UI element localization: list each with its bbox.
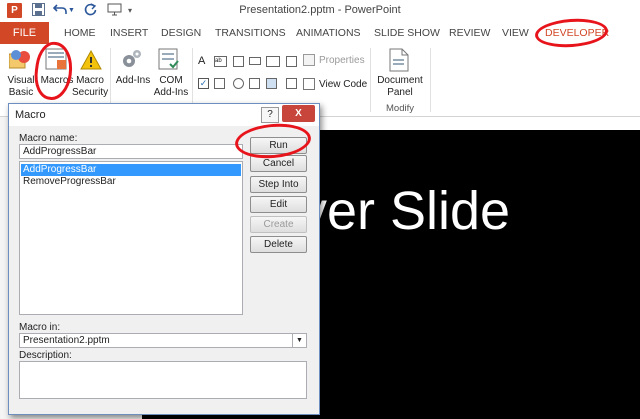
close-button[interactable]: X bbox=[282, 105, 315, 122]
step-into-button[interactable]: Step Into bbox=[250, 176, 307, 193]
com-add-ins-button[interactable]: COM Add-Ins bbox=[152, 75, 190, 99]
tab-insert[interactable]: INSERT bbox=[110, 27, 148, 39]
macro-list[interactable]: AddProgressBar RemoveProgressBar bbox=[19, 161, 243, 315]
button-control-icon[interactable] bbox=[233, 56, 244, 67]
view-code-icon bbox=[303, 78, 315, 90]
tab-design[interactable]: DESIGN bbox=[161, 27, 201, 39]
description-box bbox=[19, 361, 307, 399]
help-button[interactable]: ? bbox=[261, 107, 279, 123]
macro-in-label: Macro in: bbox=[19, 322, 61, 333]
window-title: Presentation2.pptm - PowerPoint bbox=[239, 4, 401, 16]
macro-security-label-2: Security bbox=[72, 87, 109, 98]
document-panel-button[interactable]: Document Panel bbox=[374, 75, 426, 99]
gear-icon bbox=[121, 48, 143, 70]
tab-file[interactable]: FILE bbox=[0, 22, 49, 44]
macro-name-label: Macro name: bbox=[19, 133, 78, 144]
dialog-title-bar[interactable]: Macro ? X bbox=[9, 104, 319, 126]
com-add-ins-icon bbox=[158, 48, 180, 70]
check-box-control-icon[interactable]: ✓ bbox=[198, 78, 209, 89]
macro-security-button[interactable]: Macro Security bbox=[72, 75, 108, 99]
delete-button[interactable]: Delete bbox=[250, 236, 307, 253]
tab-transitions[interactable]: TRANSITIONS bbox=[215, 27, 286, 39]
properties-button[interactable]: Properties bbox=[319, 55, 365, 67]
tab-animations[interactable]: ANIMATIONS bbox=[296, 27, 361, 39]
document-panel-label-1: Document bbox=[377, 75, 423, 86]
visual-basic-icon bbox=[8, 48, 33, 70]
label-control-icon[interactable]: A bbox=[198, 55, 205, 67]
visual-basic-button[interactable]: Visual Basic bbox=[6, 75, 36, 99]
toggle-button-control-icon[interactable] bbox=[249, 78, 260, 89]
text-box-control-icon[interactable]: ab bbox=[214, 56, 227, 67]
close-icon: X bbox=[295, 108, 302, 119]
macro-list-item[interactable]: RemoveProgressBar bbox=[21, 176, 241, 188]
more-controls-icon[interactable] bbox=[286, 78, 297, 89]
tab-slide-show[interactable]: SLIDE SHOW bbox=[374, 27, 440, 39]
title-bar: P ▼ ▾ Presentation2.pptm - PowerPoint bbox=[0, 0, 640, 22]
macro-name-input[interactable]: AddProgressBar bbox=[19, 144, 243, 159]
frame-control-icon[interactable] bbox=[249, 57, 261, 65]
warning-icon bbox=[80, 49, 102, 70]
visual-basic-label-1: Visual bbox=[7, 75, 35, 86]
tab-view[interactable]: VIEW bbox=[502, 27, 529, 39]
macro-in-select[interactable]: Presentation2.pptm ▼ bbox=[19, 333, 307, 348]
option-button-control-icon[interactable] bbox=[233, 78, 244, 89]
add-ins-button[interactable]: Add-Ins bbox=[113, 75, 153, 87]
group-separator bbox=[430, 48, 431, 112]
group-separator bbox=[370, 48, 371, 112]
com-add-ins-label-2: Add-Ins bbox=[153, 87, 189, 98]
image-control-icon[interactable] bbox=[266, 78, 277, 89]
command-button-control-icon[interactable] bbox=[266, 56, 280, 67]
visual-basic-label-2: Basic bbox=[8, 87, 34, 98]
tab-home[interactable]: HOME bbox=[64, 27, 96, 39]
slide-title-text[interactable]: ver Slide bbox=[300, 180, 510, 242]
macro-security-label-1: Macro bbox=[76, 75, 104, 86]
properties-icon bbox=[303, 54, 315, 66]
edit-button[interactable]: Edit bbox=[250, 196, 307, 213]
com-add-ins-label-1: COM bbox=[159, 75, 183, 86]
macro-in-value: Presentation2.pptm bbox=[23, 335, 110, 346]
macro-name-value: AddProgressBar bbox=[23, 146, 97, 157]
document-panel-label-2: Panel bbox=[387, 87, 413, 98]
dialog-title: Macro bbox=[15, 109, 46, 121]
description-label: Description: bbox=[19, 350, 72, 361]
combo-box-control-icon[interactable] bbox=[214, 78, 225, 89]
document-panel-icon bbox=[388, 48, 410, 72]
list-box-control-icon[interactable] bbox=[286, 56, 297, 67]
tab-review[interactable]: REVIEW bbox=[449, 27, 490, 39]
view-code-button[interactable]: View Code bbox=[319, 79, 367, 91]
modify-group-label: Modify bbox=[386, 103, 414, 114]
create-button[interactable]: Create bbox=[250, 216, 307, 233]
macro-list-item[interactable]: AddProgressBar bbox=[21, 164, 241, 176]
chevron-down-icon[interactable]: ▼ bbox=[292, 334, 306, 347]
